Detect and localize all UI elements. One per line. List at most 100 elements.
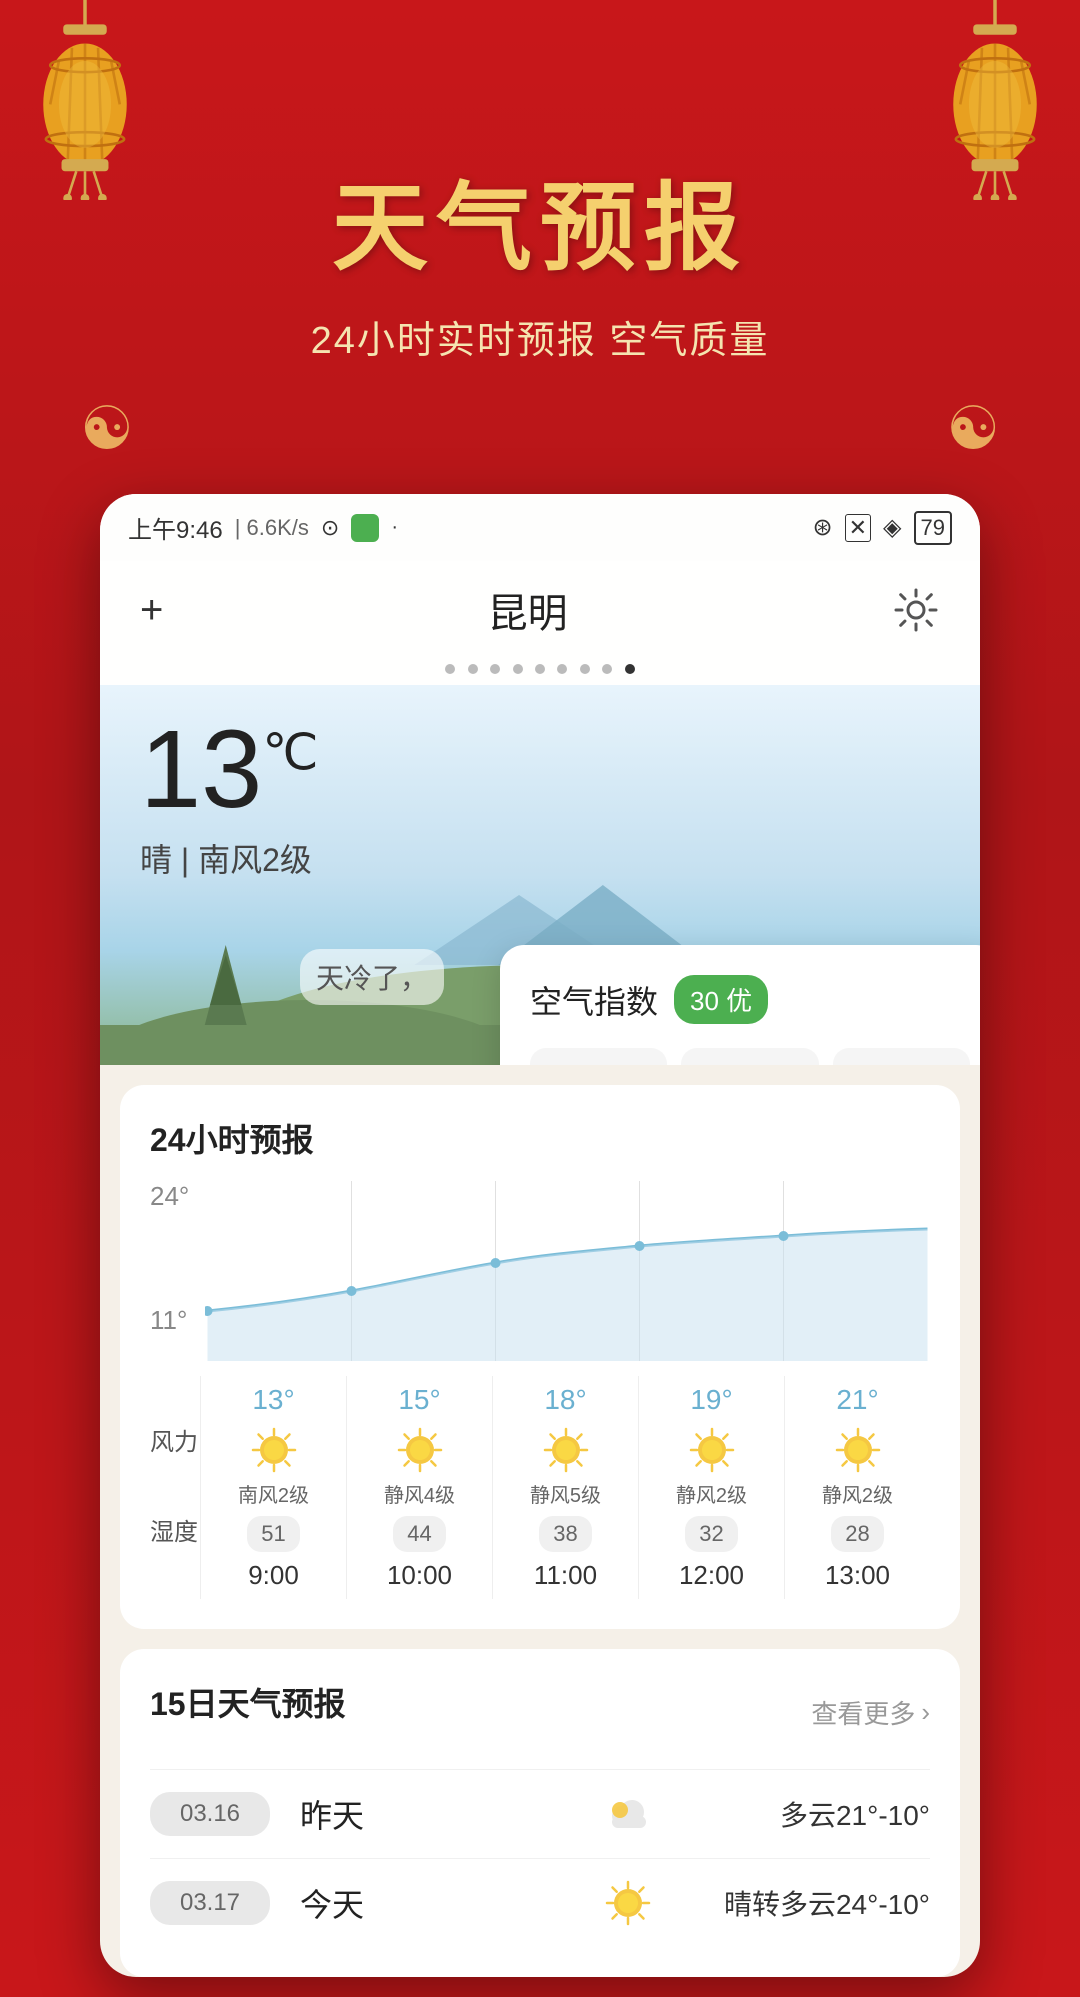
day-desc-1: 多云21°-10° [690, 1794, 930, 1834]
aq-title: 空气指数 [530, 977, 658, 1023]
hourly-grid: 风力 湿度 13° [150, 1376, 930, 1599]
app-title: 天气预报 [0, 150, 1080, 289]
dot-8 [602, 664, 612, 674]
date-badge-1: 03.16 [150, 1792, 270, 1836]
battery-container: 79 [914, 511, 952, 545]
humidity-5: 28 [831, 1516, 883, 1552]
humidity-2: 44 [393, 1516, 445, 1552]
hourly-col-2: 15° [346, 1376, 492, 1599]
status-left: 上午9:46 | 6.6K/s ⊙ · [128, 510, 398, 545]
sun-icon-2 [394, 1424, 446, 1476]
weather-app-header: + 昆明 [100, 561, 980, 655]
status-right: ⊛ ✕ ◈ 79 [813, 511, 953, 545]
app-card: 上午9:46 | 6.6K/s ⊙ · ⊛ ✕ ◈ 79 + 昆明 [100, 494, 980, 1977]
air-quality-popup: 空气指数 30 优 PM2.5 66 NO₂ 16 O₃ 5 [500, 945, 980, 1065]
aq-pm25: PM2.5 66 [530, 1048, 667, 1065]
phone-mockup: 上午9:46 | 6.6K/s ⊙ · ⊛ ✕ ◈ 79 + 昆明 [100, 494, 980, 1977]
time-4: 12:00 [679, 1560, 744, 1591]
status-app-icon [351, 514, 379, 542]
hourly-col-3: 18° [492, 1376, 638, 1599]
chart-y-top: 24° [150, 1181, 189, 1212]
humidity-3: 38 [539, 1516, 591, 1552]
dot-6 [557, 664, 567, 674]
aq-grid: PM2.5 66 NO₂ 16 O₃ 5 SO₂ 3 [530, 1048, 970, 1065]
forecast-24h-section: 24小时预报 24° 11° [120, 1085, 960, 1629]
forecast-day-row-1: 03.16 昨天 多云21°-10° [150, 1769, 930, 1858]
temp-4: 19° [690, 1384, 732, 1416]
hourly-col-5: 21° [784, 1376, 930, 1599]
chevron-right-icon: › [921, 1697, 930, 1728]
swirl-left: ☯ [80, 394, 134, 464]
wind-1: 南风2级 [238, 1484, 309, 1508]
sunny-icon-2 [602, 1877, 654, 1929]
wind-label: 风力 [150, 1427, 200, 1458]
sun-icon-1 [248, 1424, 300, 1476]
day-desc-2: 晴转多云24°-10° [690, 1883, 930, 1923]
aq-badge: 30 优 [674, 975, 768, 1024]
weather-main-display: 13℃ 晴 | 南风2级 [100, 685, 980, 1065]
wifi-icon: ◈ [883, 513, 901, 542]
city-name: 昆明 [488, 581, 568, 639]
add-city-button[interactable]: + [140, 588, 163, 633]
status-time: 上午9:46 [128, 510, 223, 545]
bluetooth-icon: ⊛ [813, 513, 833, 542]
dot-4 [513, 664, 523, 674]
sun-icon-5 [832, 1424, 884, 1476]
page-dots [100, 655, 980, 685]
forecast-15-section: 15日天气预报 查看更多 › 03.16 昨天 [120, 1649, 960, 1977]
status-signal: ⊙ [321, 515, 339, 541]
aq-o3: O₃ 5 [833, 1048, 970, 1065]
temp-5: 21° [836, 1384, 878, 1416]
temperature-display: 13℃ [140, 715, 940, 825]
swirl-row: ☯ ☯ [0, 364, 1080, 494]
time-3: 11:00 [534, 1560, 597, 1591]
see-more-button[interactable]: 查看更多 › [811, 1694, 930, 1731]
temp-1: 13° [252, 1384, 294, 1416]
forecast-day-row-2: 03.17 今天 [150, 1858, 930, 1947]
aq-no2: NO₂ 16 [681, 1048, 818, 1065]
dot-3 [490, 664, 500, 674]
time-2: 10:00 [387, 1560, 452, 1591]
settings-button[interactable] [892, 586, 940, 634]
header-area: 天气预报 24小时实时预报 空气质量 [0, 0, 1080, 364]
time-5: 13:00 [825, 1560, 890, 1591]
hourly-col-4: 19° [638, 1376, 784, 1599]
wind-2: 静风4级 [384, 1484, 455, 1508]
aq-header: 空气指数 30 优 [530, 975, 970, 1024]
sun-icon-3 [540, 1424, 592, 1476]
wind-3: 静风5级 [530, 1484, 601, 1508]
weather-message: 天冷了， [300, 949, 444, 1005]
sun-icon-4 [686, 1424, 738, 1476]
temp-2: 15° [398, 1384, 440, 1416]
time-1: 9:00 [248, 1560, 299, 1591]
forecast-15-header: 15日天气预报 查看更多 › [150, 1679, 930, 1745]
cloudy-icon-1 [602, 1788, 654, 1840]
dot-1 [445, 664, 455, 674]
dot-active [625, 664, 635, 674]
data-icon: ✕ [845, 514, 871, 542]
chart-y-mid: 11° [150, 1305, 187, 1336]
hourly-col-1: 13° [200, 1376, 346, 1599]
day-label-1: 昨天 [300, 1791, 380, 1837]
weather-description: 晴 | 南风2级 [140, 835, 940, 881]
wind-5: 静风2级 [822, 1484, 893, 1508]
dot-2 [468, 664, 478, 674]
status-speed: | 6.6K/s [235, 515, 309, 541]
humidity-1: 51 [247, 1516, 299, 1552]
temp-unit: ℃ [262, 724, 318, 780]
forecast-24h-title: 24小时预报 [150, 1115, 930, 1161]
humidity-label: 湿度 [150, 1512, 200, 1547]
status-dot: · [391, 516, 398, 539]
forecast-chart [205, 1181, 930, 1361]
wind-4: 静风2级 [676, 1484, 747, 1508]
app-subtitle: 24小时实时预报 空气质量 [0, 309, 1080, 364]
temp-3: 18° [544, 1384, 586, 1416]
date-badge-2: 03.17 [150, 1881, 270, 1925]
dot-5 [535, 664, 545, 674]
swirl-right: ☯ [946, 394, 1000, 464]
humidity-4: 32 [685, 1516, 737, 1552]
forecast-15-title: 15日天气预报 [150, 1679, 346, 1725]
dot-7 [580, 664, 590, 674]
status-bar: 上午9:46 | 6.6K/s ⊙ · ⊛ ✕ ◈ 79 [100, 494, 980, 561]
day-label-2: 今天 [300, 1880, 380, 1926]
